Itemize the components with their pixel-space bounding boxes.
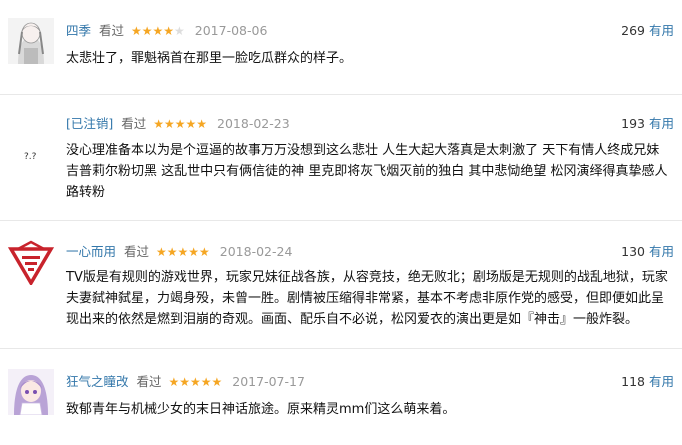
review-item: ?.? [已注销] 看过 ★★★★★ 2018-02-23 193 有用 没心理准… [0, 95, 682, 220]
vote-count: 269 有用 [621, 22, 674, 40]
review-date: 2018-02-24 [219, 244, 293, 259]
review-item: 狂气之瞳改 看过 ★★★★★ 2017-07-17 118 有用 致郁青年与机械少… [0, 349, 682, 445]
useful-button[interactable]: 有用 [649, 244, 674, 259]
watched-label: 看过 [121, 116, 147, 131]
useful-button[interactable]: 有用 [649, 374, 674, 389]
votes-number: 118 [621, 374, 645, 389]
vote-count: 130 有用 [621, 243, 674, 261]
review-text: 没心理准备本以为是个逗逼的故事万万没想到这么悲壮 人生大起大落真是太刺激了 天下… [66, 143, 668, 200]
review-header: 四季 看过 ★★★★★ 2017-08-06 269 有用 [66, 22, 682, 40]
review-text: TV版是有规则的游戏世界，玩家兄妹征战各族，从容竞技，绝无败北；剧场版是无规则的… [66, 270, 668, 327]
author-link[interactable]: 狂气之瞳改 [66, 374, 129, 389]
review-date: 2018-02-23 [217, 116, 290, 131]
stars-full: ★★★★ [131, 24, 175, 38]
review-item: 四季 看过 ★★★★★ 2017-08-06 269 有用 太悲壮了，罪魁祸首在那… [0, 0, 682, 95]
useful-button[interactable]: 有用 [649, 23, 674, 38]
purple-hair-anime-girl-avatar-icon [8, 369, 54, 415]
vote-count: 118 有用 [621, 373, 674, 391]
stars-full: ★★★★★ [156, 245, 210, 259]
avatar-question-marks: ?.? [24, 152, 37, 162]
vote-count: 193 有用 [621, 115, 674, 133]
useful-button[interactable]: 有用 [649, 116, 674, 131]
review-item: 一心而用 看过 ★★★★★ 2018-02-24 130 有用 TV版是有规则的游… [0, 221, 682, 345]
stars-full: ★★★★★ [168, 375, 223, 389]
review-header: 一心而用 看过 ★★★★★ 2018-02-24 130 有用 [66, 243, 682, 261]
rating-stars: ★★★★★ [131, 24, 185, 38]
author-link[interactable]: 一心而用 [66, 244, 116, 259]
review-text: 太悲壮了，罪魁祸首在那里一脸吃瓜群众的样子。 [66, 51, 353, 66]
votes-number: 269 [621, 23, 645, 38]
author-link[interactable]: [已注销] [66, 116, 113, 131]
review-header: 狂气之瞳改 看过 ★★★★★ 2017-07-17 118 有用 [66, 373, 682, 391]
avatar[interactable]: ?.? [8, 123, 54, 169]
avatar[interactable] [8, 18, 54, 64]
author-link[interactable]: 四季 [66, 23, 91, 38]
rating-stars: ★★★★★ [153, 117, 207, 131]
votes-number: 193 [621, 116, 645, 131]
avatar[interactable] [8, 369, 54, 415]
avatar[interactable] [8, 239, 54, 285]
review-date: 2017-07-17 [232, 374, 305, 389]
watched-label: 看过 [124, 244, 150, 259]
votes-number: 130 [621, 244, 645, 259]
review-header: [已注销] 看过 ★★★★★ 2018-02-23 193 有用 [66, 115, 682, 133]
anime-girl-sketch-avatar-icon [8, 18, 54, 64]
rating-stars: ★★★★★ [169, 375, 223, 389]
watched-label: 看过 [99, 23, 125, 38]
review-text: 致郁青年与机械少女的末日神话旅途。原来精灵mm们这么萌来着。 [66, 402, 456, 417]
stars-full: ★★★★★ [153, 117, 208, 131]
watched-label: 看过 [136, 374, 162, 389]
stars-empty: ★ [174, 24, 185, 38]
review-date: 2017-08-06 [194, 23, 268, 38]
deleted-user-avatar-icon: ?.? [8, 123, 54, 169]
red-emblem-avatar-icon [8, 239, 54, 285]
rating-stars: ★★★★★ [156, 245, 210, 259]
